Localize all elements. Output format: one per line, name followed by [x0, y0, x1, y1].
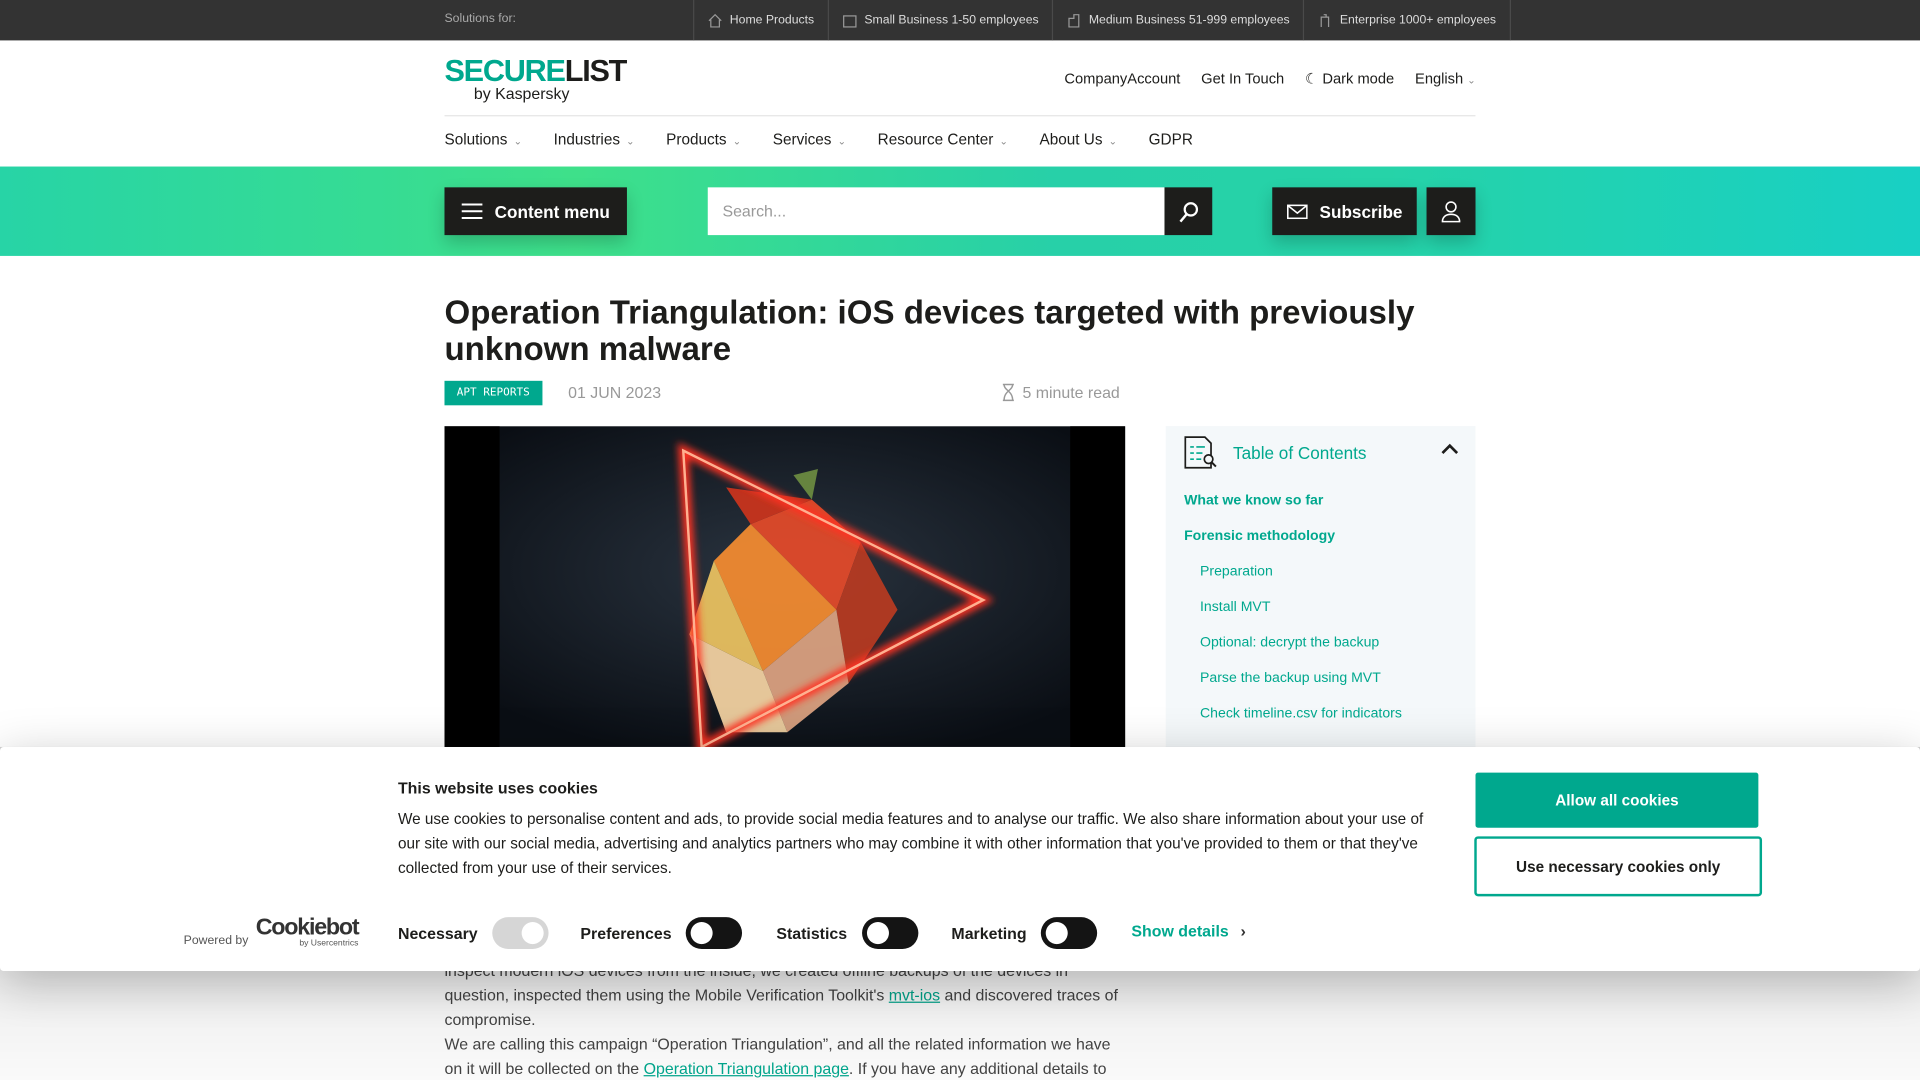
necessary-switch[interactable] — [492, 917, 549, 949]
chevron-down-icon: ⌄ — [999, 135, 1008, 147]
dark-mode-toggle[interactable]: ☾ Dark mode — [1305, 70, 1394, 87]
toggle-preferences[interactable]: Preferences — [580, 917, 743, 949]
statistics-switch[interactable] — [861, 917, 919, 949]
tower-icon — [1320, 13, 1330, 27]
segment-home[interactable]: Home Products — [693, 0, 828, 41]
get-in-touch-link[interactable]: Get In Touch — [1201, 70, 1284, 87]
account-button[interactable] — [1426, 187, 1476, 236]
nav-about-us[interactable]: About Us ⌄ — [1040, 131, 1117, 148]
chevron-up-icon[interactable] — [1441, 443, 1459, 455]
company-account-link[interactable]: CompanyAccount — [1064, 70, 1180, 87]
operation-triangulation-link[interactable]: Operation Triangulation page — [644, 1059, 849, 1077]
chevron-down-icon: ⌄ — [626, 135, 635, 147]
securelist-logo[interactable]: SECURELIST by Kaspersky — [444, 56, 627, 102]
nav-gdpr[interactable]: GDPR — [1149, 131, 1193, 148]
chevron-down-icon: ⌄ — [732, 135, 741, 147]
building-icon — [842, 14, 857, 27]
cookie-text: We use cookies to personalise content an… — [397, 810, 1424, 877]
search-button[interactable] — [1164, 187, 1213, 236]
chevron-right-icon: › — [1240, 922, 1246, 941]
house-icon — [708, 13, 722, 27]
article-title: Operation Triangulation: iOS devices tar… — [444, 293, 1415, 368]
nav-services[interactable]: Services ⌄ — [773, 131, 846, 148]
mvt-ios-link[interactable]: mvt-ios — [889, 986, 940, 1004]
hourglass-icon — [1002, 383, 1014, 402]
toc-item[interactable]: Check timeline.csv for indicators — [1200, 707, 1402, 722]
language-select[interactable]: English ⌄ — [1415, 70, 1475, 87]
chevron-down-icon: ⌄ — [513, 135, 522, 147]
search-input[interactable]: Search... — [707, 187, 1165, 236]
toc-item[interactable]: Optional: decrypt the backup — [1200, 636, 1379, 651]
cookiebot-logo[interactable]: Powered by Cookiebot by Usercentrics — [184, 916, 360, 948]
cookie-title: This website uses cookies — [397, 778, 598, 798]
show-details-link[interactable]: Show details › — [1131, 922, 1245, 940]
segment-medium-business[interactable]: Medium Business 51-999 employees — [1052, 0, 1303, 41]
envelope-icon — [1286, 203, 1308, 219]
moon-icon: ☾ — [1305, 69, 1319, 87]
hamburger-icon — [461, 203, 483, 219]
user-icon — [1441, 200, 1461, 222]
table-of-contents: Table of Contents What we know so far Fo… — [1165, 426, 1476, 747]
read-time: 5 minute read — [1002, 383, 1120, 402]
chevron-down-icon: ⌄ — [1467, 74, 1476, 86]
main-nav: Solutions ⌄ Industries ⌄ Products ⌄ Service… — [444, 131, 1192, 148]
toggle-marketing[interactable]: Marketing — [951, 917, 1098, 949]
office-icon — [1068, 13, 1080, 27]
segment-enterprise[interactable]: Enterprise 1000+ employees — [1303, 0, 1511, 41]
chevron-down-icon: ⌄ — [1108, 135, 1117, 147]
search-icon — [1178, 201, 1198, 222]
toc-item[interactable]: Forensic methodology — [1184, 529, 1335, 544]
toc-item[interactable]: Parse the backup using MVT — [1200, 671, 1381, 686]
allow-all-cookies-button[interactable]: Allow all cookies — [1475, 772, 1759, 828]
solutions-label: Solutions for: — [444, 12, 516, 26]
preferences-switch[interactable] — [686, 917, 743, 949]
toc-item[interactable]: Preparation — [1200, 564, 1273, 579]
segment-small-business[interactable]: Small Business 1-50 employees — [827, 0, 1052, 41]
nav-solutions[interactable]: Solutions ⌄ — [444, 131, 521, 148]
nav-industries[interactable]: Industries ⌄ — [554, 131, 635, 148]
toc-title: Table of Contents — [1233, 443, 1367, 463]
article-date: 01 JUN 2023 — [568, 383, 662, 402]
marketing-switch[interactable] — [1041, 917, 1098, 949]
article-hero-image — [444, 426, 1126, 747]
solutions-bar: Solutions for: Home Products Small Busin… — [0, 0, 1920, 41]
necessary-cookies-only-button[interactable]: Use necessary cookies only — [1474, 836, 1763, 897]
nav-products[interactable]: Products ⌄ — [666, 131, 741, 148]
content-menu-button[interactable]: Content menu — [444, 187, 627, 236]
category-tag[interactable]: APT REPORTS — [444, 380, 542, 406]
chevron-down-icon: ⌄ — [837, 135, 846, 147]
nav-resource-center[interactable]: Resource Center ⌄ — [878, 131, 1008, 148]
subscribe-button[interactable]: Subscribe — [1272, 187, 1417, 236]
toc-item[interactable]: Install MVT — [1200, 600, 1270, 615]
document-search-icon — [1184, 436, 1217, 469]
divider — [444, 115, 1476, 117]
article-body: inspect modern iOS devices from the insi… — [444, 961, 1118, 1078]
toc-item[interactable]: What we know so far — [1184, 493, 1323, 508]
toggle-statistics[interactable]: Statistics — [776, 917, 919, 949]
cookie-banner: This website uses cookies We use cookies… — [0, 746, 1920, 972]
toggle-necessary[interactable]: Necessary — [398, 917, 549, 949]
